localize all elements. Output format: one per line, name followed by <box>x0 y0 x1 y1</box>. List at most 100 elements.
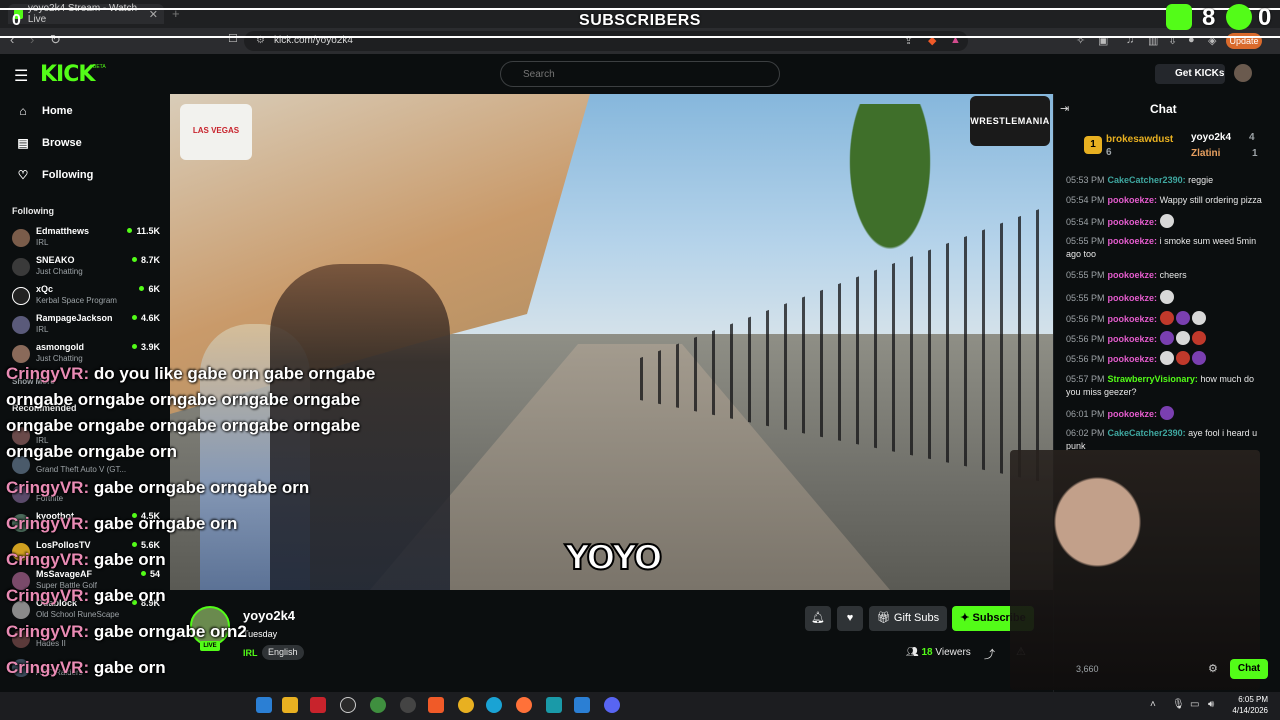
chat-emote-icon <box>1191 311 1206 325</box>
tray-overflow-icon[interactable]: ˄ <box>1150 699 1156 710</box>
channel-item[interactable]: Edmatthews IRL 11.5K <box>12 226 160 252</box>
rewards-icon[interactable]: ▲ <box>950 34 961 46</box>
back-icon[interactable]: ‹ <box>10 32 14 47</box>
reload-icon[interactable]: ↻ <box>50 32 61 48</box>
chat-username[interactable]: StrawberryVisionary: <box>1108 374 1198 384</box>
channel-item[interactable]: SNEAKO Just Chatting 8.7K <box>12 255 160 281</box>
chat-username[interactable]: pookoekze: <box>1108 354 1158 364</box>
language-tag[interactable]: English <box>262 645 304 660</box>
chat-username[interactable]: pookoekze: <box>1108 314 1158 324</box>
discord-icon[interactable] <box>604 697 620 713</box>
app-icon[interactable] <box>310 697 326 713</box>
live-dot-icon <box>131 257 137 262</box>
brave-browser-icon[interactable] <box>428 697 444 713</box>
volume-icon[interactable]: 🔊︎ <box>1208 699 1214 710</box>
gift-subs-button[interactable]: 🎁︎ Gift Subs <box>869 606 947 631</box>
chat-username[interactable]: CakeCatcher2390: <box>1108 428 1186 438</box>
chat-username[interactable]: pookoekze: <box>1108 334 1158 344</box>
chat-username[interactable]: pookoekze: <box>1108 270 1158 280</box>
site-info-icon[interactable]: ⚙ <box>256 31 265 51</box>
update-button[interactable]: Update <box>1226 33 1262 49</box>
overlay-chat-text: orngabe orngabe orngabe orngabe orngabe <box>6 416 361 435</box>
notifications-button[interactable]: 🔔︎ <box>805 606 831 631</box>
overlay-chat-line: orngabe orngabe orngabe orngabe orngabe <box>6 413 360 439</box>
share-page-icon[interactable]: ⇪ <box>904 34 913 47</box>
beta-badge: BETA <box>93 64 106 70</box>
chat-timestamp: 05:54 PM <box>1066 195 1105 205</box>
chat-timestamp: 05:57 PM <box>1066 374 1105 384</box>
menu-icon[interactable]: ☰ <box>14 66 28 86</box>
sidebar-icon[interactable]: ▥ <box>1148 34 1158 47</box>
viewer-count: 4.6K <box>140 313 160 323</box>
chat-username[interactable]: CakeCatcher2390: <box>1108 175 1186 185</box>
video-player[interactable]: LAS VEGAS WRESTLEMANIA YOYO <box>170 94 1053 590</box>
top-gifter-name[interactable]: brokesawdust <box>1106 134 1173 145</box>
overlay-chat-line: CringyVR: gabe orngabe orn <box>6 511 237 537</box>
gifter-name[interactable]: yoyo2k4 <box>1191 132 1231 143</box>
extensions-icon[interactable]: ✧ <box>1076 34 1085 47</box>
heart-icon: ♡ <box>17 168 29 182</box>
app-icon[interactable] <box>546 697 562 713</box>
chat-message: 05:56 PM pookoekze: <box>1066 351 1266 366</box>
user-avatar[interactable] <box>1234 64 1252 82</box>
viewer-count: 👥︎ 18 Viewers <box>906 647 971 658</box>
app-icon[interactable] <box>370 697 386 713</box>
profile-icon[interactable]: ● <box>1188 34 1195 46</box>
channel-item[interactable]: RampageJackson IRL 4.6K <box>12 313 160 339</box>
chat-emote-icon <box>1159 214 1174 228</box>
edge-icon[interactable] <box>486 697 502 713</box>
chat-username[interactable]: pookoekze: <box>1108 409 1158 419</box>
sidebar-item-following[interactable]: ♡ Following <box>16 168 94 182</box>
chat-message: 05:53 PM CakeCatcher2390: reggie <box>1066 174 1266 187</box>
channel-points[interactable]: 3,660 <box>1076 664 1099 674</box>
forward-icon[interactable]: › <box>30 32 34 47</box>
channel-category: IRL <box>36 238 49 247</box>
channel-item[interactable]: xQc Kerbal Space Program 6K <box>12 284 160 310</box>
channel-avatar <box>12 258 30 276</box>
file-explorer-icon[interactable] <box>282 697 298 713</box>
network-icon[interactable]: ▭ <box>1190 699 1199 710</box>
gifter-name[interactable]: Zlatini <box>1191 148 1220 159</box>
yoyo-logo-watermark: YOYO <box>564 537 663 579</box>
send-chat-button[interactable]: Chat <box>1230 659 1268 679</box>
microphone-icon[interactable]: 🎙︎ <box>1172 699 1185 710</box>
chat-username[interactable]: pookoekze: <box>1108 236 1158 246</box>
firefox-icon[interactable] <box>516 697 532 713</box>
kick-logo[interactable]: KICK <box>40 62 95 87</box>
collapse-chat-icon[interactable]: ⇥ <box>1060 102 1069 115</box>
overlay-chat-line: orngabe orngabe orn <box>6 439 177 465</box>
overlay-chat-username: CringyVR: <box>6 478 90 497</box>
streamer-name[interactable]: yoyo2k4 <box>243 608 295 623</box>
chat-username[interactable]: pookoekze: <box>1108 195 1158 205</box>
chat-username[interactable]: pookoekze: <box>1108 293 1158 303</box>
chat-settings-icon[interactable]: ⚙ <box>1208 662 1218 675</box>
chat-username[interactable]: pookoekze: <box>1108 217 1158 227</box>
channel-viewers: 6K <box>139 284 160 294</box>
address-bar[interactable]: ⚙ kick.com/yoyo2k4 <box>244 31 968 51</box>
brave-shield-icon[interactable]: ◆ <box>928 34 936 47</box>
sidebar-item-browse[interactable]: ▤ Browse <box>16 136 81 150</box>
clock[interactable]: 6:05 PM 4/14/2026 <box>1226 694 1268 716</box>
sidebar-item-home[interactable]: ⌂ Home <box>16 104 72 118</box>
search-input[interactable] <box>500 61 780 87</box>
downloads-icon[interactable]: ⇩ <box>1168 34 1177 47</box>
app-icon[interactable] <box>400 697 416 713</box>
chrome-icon[interactable] <box>458 697 474 713</box>
chat-timestamp: 05:55 PM <box>1066 293 1105 303</box>
share-icon[interactable]: ⤴ <box>984 646 995 662</box>
follow-button[interactable]: ♥ <box>837 606 863 631</box>
bookmark-icon[interactable]: ☐ <box>228 32 238 45</box>
wallet-icon[interactable]: ◈ <box>1208 34 1216 47</box>
overlay-title: SUBSCRIBERS <box>579 12 701 29</box>
app-icon[interactable] <box>256 697 272 713</box>
overlay-chat-text: do you like gabe orn gabe orngabe <box>93 364 376 383</box>
vscode-icon[interactable] <box>574 697 590 713</box>
channel-viewers: 8.7K <box>131 255 160 265</box>
viewers-label: Viewers <box>935 647 971 658</box>
screenshot-icon[interactable]: ▣ <box>1098 34 1108 47</box>
overlay-chat-text: gabe orn <box>93 658 166 677</box>
media-icon[interactable]: ♫ <box>1126 34 1134 46</box>
get-kicks-button[interactable]: Get KICKs <box>1155 64 1225 84</box>
app-icon[interactable] <box>340 697 356 713</box>
stream-category-link[interactable]: IRL <box>243 648 258 658</box>
